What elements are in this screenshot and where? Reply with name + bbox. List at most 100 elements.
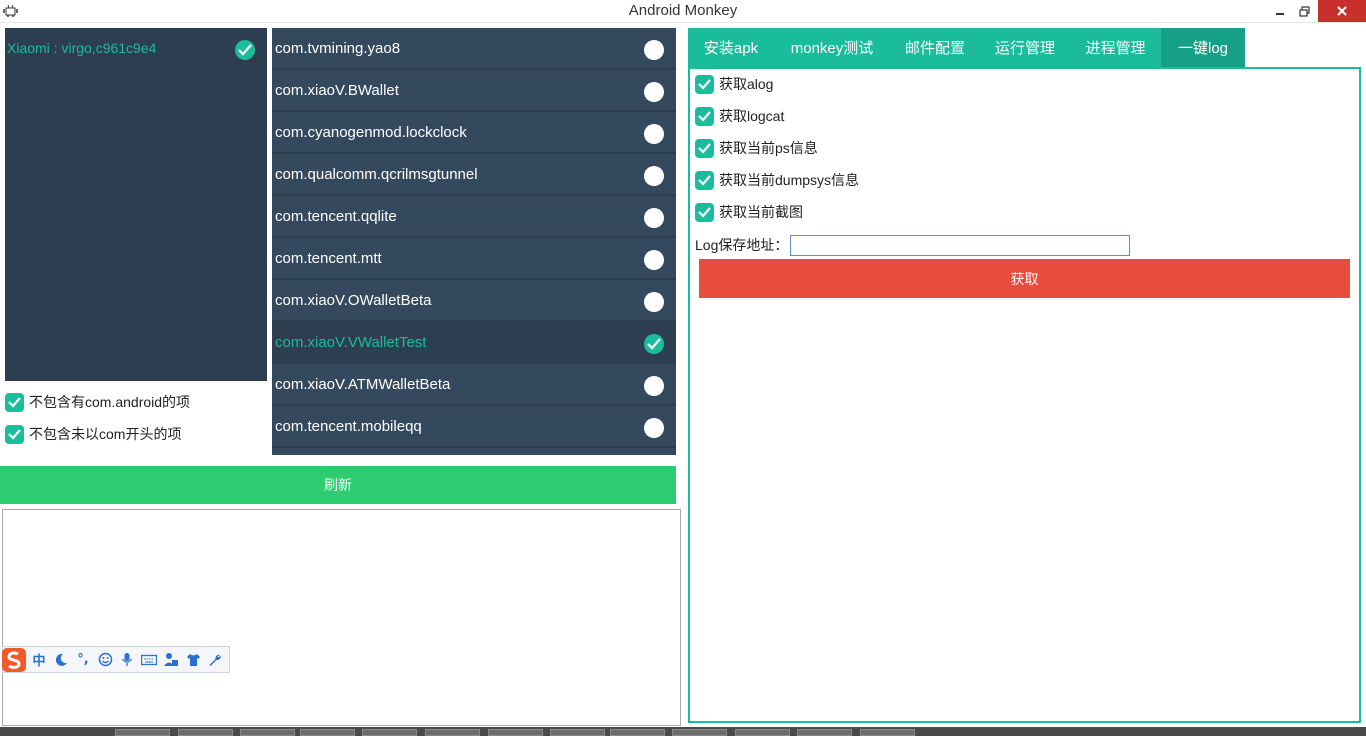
package-label: com.tvmining.yao8	[275, 40, 401, 57]
shirt-icon[interactable]	[183, 650, 203, 670]
tab-bar: 安装apk monkey测试 邮件配置 运行管理 进程管理 一键log	[688, 28, 1361, 67]
device-list: Xiaomi : virgo,c961c9e4	[5, 28, 267, 381]
taskbar-item[interactable]	[610, 729, 665, 736]
option-logcat[interactable]: 获取logcat	[695, 105, 784, 127]
unchecked-circle-icon[interactable]	[644, 82, 664, 102]
device-list-item[interactable]: Xiaomi : virgo,c961c9e4	[5, 28, 267, 70]
unchecked-circle-icon[interactable]	[644, 40, 664, 60]
ime-toolbar: 中 °,	[2, 646, 230, 673]
checkbox-checked-icon[interactable]	[5, 392, 24, 412]
unchecked-circle-icon[interactable]	[644, 124, 664, 144]
package-label: com.tencent.qqlite	[275, 208, 397, 225]
package-item[interactable]: com.qualcomm.qcrilmsgtunnel	[272, 154, 676, 196]
refresh-button[interactable]: 刷新	[0, 466, 676, 504]
option-screenshot[interactable]: 获取当前截图	[695, 201, 803, 223]
tab-install-apk[interactable]: 安装apk	[688, 28, 774, 67]
taskbar-item[interactable]	[797, 729, 852, 736]
log-output-textarea[interactable]	[2, 509, 681, 726]
taskbar-item[interactable]	[860, 729, 915, 736]
taskbar-item[interactable]	[300, 729, 355, 736]
close-button[interactable]	[1318, 0, 1366, 22]
device-label: Xiaomi : virgo,c961c9e4	[7, 40, 157, 56]
restore-button[interactable]	[1290, 0, 1318, 22]
taskbar-item[interactable]	[115, 729, 170, 736]
checkbox-checked-icon[interactable]	[5, 424, 24, 444]
filter-exclude-android[interactable]: 不包含有com.android的项	[5, 391, 190, 413]
taskbar-item[interactable]	[735, 729, 790, 736]
package-label: com.cyanogenmod.lockclock	[275, 124, 467, 141]
unchecked-circle-icon[interactable]	[644, 292, 664, 312]
unchecked-circle-icon[interactable]	[644, 376, 664, 396]
smiley-icon[interactable]	[95, 650, 115, 670]
checkbox-checked-icon[interactable]	[695, 170, 714, 190]
package-label: com.xiaoV.BWallet	[275, 82, 399, 99]
package-item[interactable]: com.xiaoV.BWallet	[272, 70, 676, 112]
package-label: com.qualcomm.qcrilmsgtunnel	[275, 166, 478, 183]
ime-mode-toggle[interactable]: 中	[29, 650, 49, 670]
package-item[interactable]: com.tencent.mtt	[272, 238, 676, 280]
tab-monkey-test[interactable]: monkey测试	[774, 28, 890, 67]
punctuation-toggle[interactable]: °,	[73, 650, 93, 670]
tab-one-click-log[interactable]: 一键log	[1161, 28, 1245, 67]
close-icon	[1337, 6, 1347, 16]
restore-icon	[1298, 5, 1310, 17]
package-item[interactable]: com.xiaoV.ATMWalletBeta	[272, 364, 676, 406]
log-path-label: Log保存地址：	[695, 237, 789, 253]
checkbox-checked-icon[interactable]	[695, 202, 714, 222]
unchecked-circle-icon[interactable]	[644, 418, 664, 438]
keyboard-icon[interactable]	[139, 650, 159, 670]
package-label: com.xiaoV.OWalletBeta	[275, 292, 432, 309]
checkbox-checked-icon[interactable]	[695, 106, 714, 126]
tab-run-management[interactable]: 运行管理	[980, 28, 1070, 67]
title-bar: Android Monkey	[0, 0, 1366, 23]
checkbox-checked-icon[interactable]	[695, 74, 714, 94]
microphone-icon[interactable]	[117, 650, 137, 670]
taskbar-item[interactable]	[550, 729, 605, 736]
unchecked-circle-icon[interactable]	[644, 250, 664, 270]
package-item[interactable]: com.tencent.mobileqq	[272, 406, 676, 448]
option-ps-info[interactable]: 获取当前ps信息	[695, 137, 818, 159]
package-label: com.tencent.mobileqq	[275, 418, 422, 435]
filter-label: 不包含有com.android的项	[29, 394, 191, 410]
filter-exclude-non-com[interactable]: 不包含未以com开头的项	[5, 423, 181, 445]
user-icon[interactable]	[161, 650, 181, 670]
unchecked-circle-icon[interactable]	[644, 208, 664, 228]
filter-label: 不包含未以com开头的项	[29, 426, 182, 442]
app-window: Android Monkey Xiaomi : virgo,c961c9e4 不…	[0, 0, 1366, 736]
sogou-logo-icon[interactable]	[1, 647, 27, 673]
log-path-input[interactable]	[790, 234, 1131, 256]
checked-circle-icon[interactable]	[235, 40, 255, 60]
tab-mail-config[interactable]: 邮件配置	[890, 28, 980, 67]
taskbar	[0, 727, 1366, 736]
taskbar-item[interactable]	[240, 729, 295, 736]
option-alog[interactable]: 获取alog	[695, 73, 773, 95]
unchecked-circle-icon[interactable]	[644, 166, 664, 186]
wrench-icon[interactable]	[205, 650, 225, 670]
moon-icon[interactable]	[51, 650, 71, 670]
package-item[interactable]: com.tvmining.yao8	[272, 28, 676, 70]
option-dumpsys-info[interactable]: 获取当前dumpsys信息	[695, 169, 859, 191]
option-label: 获取alog	[719, 76, 774, 92]
taskbar-item[interactable]	[488, 729, 543, 736]
package-item[interactable]: com.tencent.qqlite	[272, 196, 676, 238]
taskbar-item[interactable]	[362, 729, 417, 736]
window-title: Android Monkey	[628, 2, 738, 19]
tab-process-management[interactable]: 进程管理	[1070, 28, 1161, 67]
fetch-log-button[interactable]: 获取	[699, 259, 1350, 298]
package-item[interactable]: com.cyanogenmod.lockclock	[272, 112, 676, 154]
package-list: com.tvmining.yao8 com.xiaoV.BWallet com.…	[272, 28, 676, 455]
package-item-selected[interactable]: com.xiaoV.VWalletTest	[272, 322, 676, 364]
option-label: 获取logcat	[719, 108, 785, 124]
one-click-log-panel: 获取alog 获取logcat 获取当前ps信息 获取当前dumpsys信息 获…	[688, 67, 1361, 723]
package-item[interactable]: com.xiaoV.OWalletBeta	[272, 280, 676, 322]
checkbox-checked-icon[interactable]	[695, 138, 714, 158]
option-label: 获取当前ps信息	[719, 140, 818, 156]
taskbar-item[interactable]	[672, 729, 727, 736]
option-label: 获取当前截图	[719, 204, 803, 220]
taskbar-item[interactable]	[178, 729, 233, 736]
log-path-row: Log保存地址：	[695, 233, 1131, 257]
package-label: com.xiaoV.ATMWalletBeta	[275, 376, 451, 393]
minimize-icon	[1276, 13, 1284, 15]
checked-circle-icon[interactable]	[644, 334, 664, 354]
taskbar-item[interactable]	[425, 729, 480, 736]
